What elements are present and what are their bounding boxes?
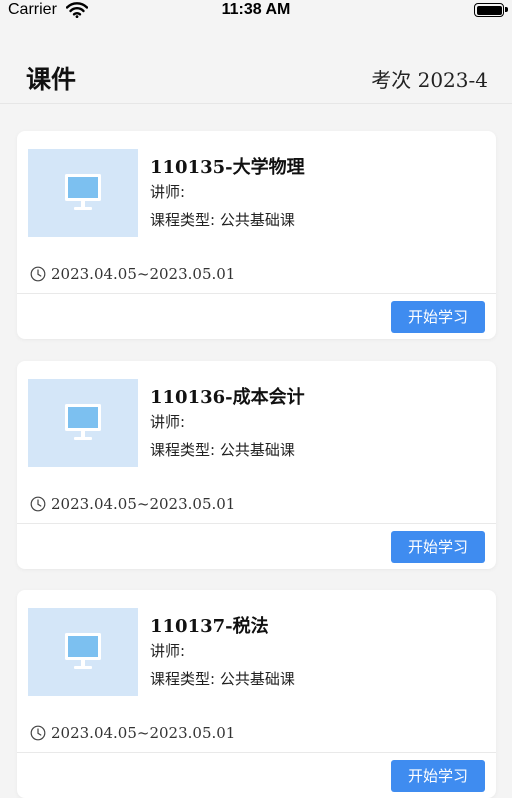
course-card[interactable]: 110137-税法 讲师: 课程类型: 公共基础课 2023.04.05~202… bbox=[17, 590, 496, 798]
page-title: 课件 bbox=[26, 65, 77, 94]
card-divider bbox=[17, 752, 496, 753]
course-date: 2023.04.05~2023.05.01 bbox=[51, 265, 236, 283]
status-bar: Carrier 11:38 AM bbox=[0, 0, 512, 24]
course-lecturer: 讲师: bbox=[150, 183, 186, 201]
course-date: 2023.04.05~2023.05.01 bbox=[51, 495, 236, 513]
monitor-icon bbox=[65, 633, 101, 669]
course-thumbnail bbox=[28, 379, 138, 467]
course-card[interactable]: 110135-大学物理 讲师: 课程类型: 公共基础课 2023.04.05~2… bbox=[17, 131, 496, 339]
status-time: 11:38 AM bbox=[221, 1, 291, 18]
card-divider bbox=[17, 523, 496, 524]
clock-icon bbox=[30, 266, 46, 282]
course-thumbnail bbox=[28, 608, 138, 696]
course-type: 课程类型: 公共基础课 bbox=[150, 670, 295, 688]
course-date-row: 2023.04.05~2023.05.01 bbox=[30, 494, 235, 514]
course-lecturer: 讲师: bbox=[150, 413, 186, 431]
monitor-icon bbox=[65, 174, 101, 210]
course-title: 110135-大学物理 bbox=[150, 157, 305, 178]
course-thumbnail bbox=[28, 149, 138, 237]
course-type: 课程类型: 公共基础课 bbox=[150, 441, 295, 459]
course-lecturer: 讲师: bbox=[150, 642, 186, 660]
clock-icon bbox=[30, 496, 46, 512]
course-title: 110137-税法 bbox=[150, 616, 269, 637]
exam-session-selector[interactable]: 考次 2023-4 bbox=[371, 64, 488, 93]
monitor-icon bbox=[65, 404, 101, 440]
start-learning-button[interactable]: 开始学习 bbox=[391, 760, 485, 792]
start-learning-button[interactable]: 开始学习 bbox=[391, 531, 485, 563]
clock-icon bbox=[30, 725, 46, 741]
course-card[interactable]: 110136-成本会计 讲师: 课程类型: 公共基础课 2023.04.05~2… bbox=[17, 361, 496, 569]
course-date-row: 2023.04.05~2023.05.01 bbox=[30, 723, 235, 743]
start-learning-button[interactable]: 开始学习 bbox=[391, 301, 485, 333]
battery-icon bbox=[474, 3, 508, 17]
card-divider bbox=[17, 293, 496, 294]
course-type: 课程类型: 公共基础课 bbox=[150, 211, 295, 229]
course-date-row: 2023.04.05~2023.05.01 bbox=[30, 264, 235, 284]
course-title: 110136-成本会计 bbox=[150, 387, 305, 408]
page-header: 课件 考次 2023-4 bbox=[0, 24, 512, 104]
course-date: 2023.04.05~2023.05.01 bbox=[51, 724, 236, 742]
